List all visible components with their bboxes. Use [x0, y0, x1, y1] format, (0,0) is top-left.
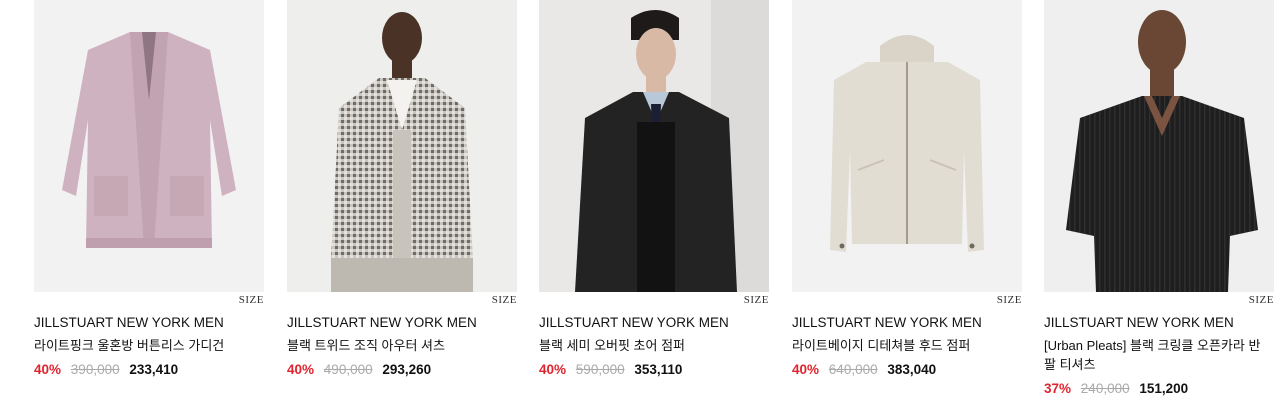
product-name[interactable]: 라이트베이지 디테쳐블 후드 점퍼 — [792, 336, 1017, 355]
size-label[interactable]: SIZE — [1249, 294, 1274, 306]
product-name[interactable]: 라이트핑크 울혼방 버튼리스 가디건 — [34, 336, 259, 355]
size-label[interactable]: SIZE — [239, 294, 264, 306]
price-row: 40% 640,000 383,040 — [792, 362, 936, 377]
sale-price: 151,200 — [1139, 381, 1189, 396]
original-price: 590,000 — [575, 362, 625, 377]
product-brand[interactable]: JILLSTUART NEW YORK MEN — [34, 315, 224, 330]
discount-rate: 40% — [34, 362, 62, 377]
product-card[interactable]: SIZE JILLSTUART NEW YORK MEN 블랙 트위드 조직 아… — [287, 0, 517, 418]
original-price: 390,000 — [70, 362, 120, 377]
price-row: 40% 490,000 293,260 — [287, 362, 431, 377]
size-label[interactable]: SIZE — [744, 294, 769, 306]
product-image[interactable] — [34, 0, 264, 292]
product-name[interactable]: 블랙 트위드 조직 아우터 셔츠 — [287, 336, 512, 355]
discount-rate: 40% — [792, 362, 820, 377]
original-price: 240,000 — [1080, 381, 1130, 396]
beige-hood-jumper-image — [792, 0, 1022, 292]
sale-price: 233,410 — [129, 362, 179, 377]
tweed-shirt-model-image — [287, 0, 517, 292]
discount-rate: 40% — [287, 362, 315, 377]
price-row: 40% 590,000 353,110 — [539, 362, 682, 377]
price-row: 37% 240,000 151,200 — [1044, 381, 1188, 396]
black-chore-jacket-model-image — [539, 0, 769, 292]
black-pleats-tshirt-model-image — [1044, 0, 1274, 292]
product-name[interactable]: 블랙 세미 오버핏 초어 점퍼 — [539, 336, 764, 355]
price-row: 40% 390,000 233,410 — [34, 362, 178, 377]
product-grid: SIZE JILLSTUART NEW YORK MEN 라이트핑크 울혼방 버… — [0, 0, 1281, 418]
sale-price: 383,040 — [887, 362, 937, 377]
discount-rate: 37% — [1044, 381, 1072, 396]
size-label[interactable]: SIZE — [997, 294, 1022, 306]
product-image[interactable] — [287, 0, 517, 292]
product-card[interactable]: SIZE JILLSTUART NEW YORK MEN 라이트베이지 디테쳐블… — [792, 0, 1022, 418]
discount-rate: 40% — [539, 362, 567, 377]
original-price: 640,000 — [828, 362, 878, 377]
size-label[interactable]: SIZE — [492, 294, 517, 306]
product-brand[interactable]: JILLSTUART NEW YORK MEN — [287, 315, 477, 330]
product-card[interactable]: SIZE JILLSTUART NEW YORK MEN 블랙 세미 오버핏 초… — [539, 0, 769, 418]
sale-price: 353,110 — [634, 362, 683, 377]
pink-cardigan-image — [34, 0, 264, 292]
product-brand[interactable]: JILLSTUART NEW YORK MEN — [1044, 315, 1234, 330]
product-name[interactable]: [Urban Pleats] 블랙 크링클 오픈카라 반팔 티셔츠 — [1044, 336, 1269, 374]
sale-price: 293,260 — [382, 362, 432, 377]
product-image[interactable] — [539, 0, 769, 292]
product-image[interactable] — [792, 0, 1022, 292]
original-price: 490,000 — [323, 362, 373, 377]
product-card[interactable]: SIZE JILLSTUART NEW YORK MEN 라이트핑크 울혼방 버… — [34, 0, 264, 418]
product-brand[interactable]: JILLSTUART NEW YORK MEN — [792, 315, 982, 330]
product-image[interactable] — [1044, 0, 1274, 292]
product-card[interactable]: SIZE JILLSTUART NEW YORK MEN [Urban Plea… — [1044, 0, 1274, 418]
product-brand[interactable]: JILLSTUART NEW YORK MEN — [539, 315, 729, 330]
